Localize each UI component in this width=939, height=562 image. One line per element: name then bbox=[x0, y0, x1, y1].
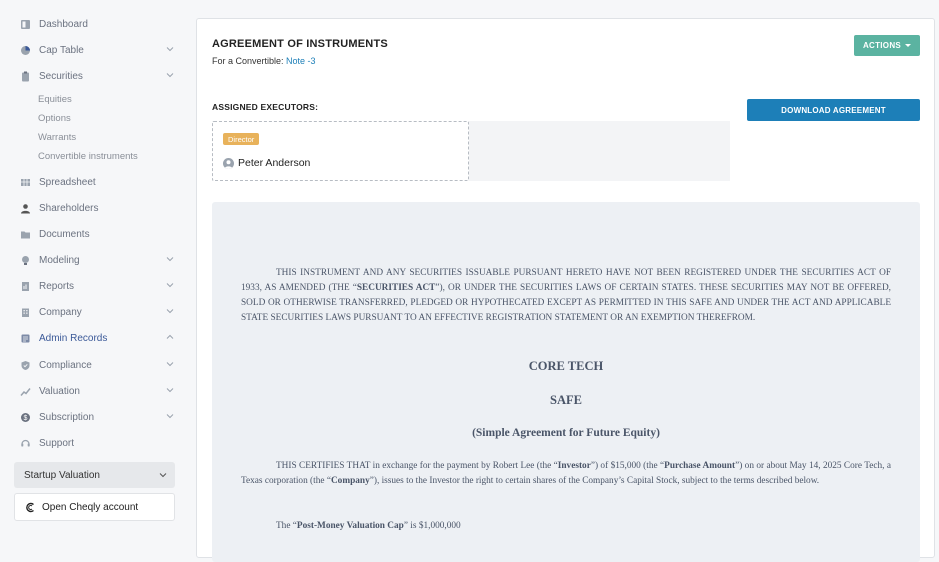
sidebar-item-valuation[interactable]: Valuation bbox=[20, 382, 180, 400]
lightbulb-icon bbox=[20, 255, 31, 266]
chevron-down-icon bbox=[166, 362, 174, 367]
sidebar-item-label: Modeling bbox=[39, 254, 80, 266]
sidebar-item-compliance[interactable]: Compliance bbox=[20, 356, 180, 374]
report-icon bbox=[20, 281, 31, 292]
download-agreement-button[interactable]: DOWNLOAD AGREEMENT bbox=[747, 99, 920, 121]
sidebar-item-label: Cap Table bbox=[39, 44, 84, 56]
sidebar-subitem-equities[interactable]: Equities bbox=[38, 94, 72, 105]
role-badge: Director bbox=[223, 133, 260, 145]
chevron-down-icon bbox=[166, 309, 174, 314]
sidebar-item-label: Spreadsheet bbox=[39, 176, 96, 188]
sidebar-item-cap-table[interactable]: Cap Table bbox=[20, 41, 180, 59]
convertible-note-link[interactable]: Note -3 bbox=[286, 56, 316, 66]
actions-button[interactable]: ACTIONS bbox=[854, 35, 920, 56]
chevron-down-icon bbox=[166, 257, 174, 262]
sidebar-item-modeling[interactable]: Modeling bbox=[20, 251, 180, 269]
building-icon bbox=[20, 307, 31, 318]
chevron-down-icon bbox=[166, 47, 174, 52]
sidebar-item-dashboard[interactable]: Dashboard bbox=[20, 15, 180, 33]
chevron-down-icon bbox=[159, 473, 167, 478]
sidebar-subitem-options[interactable]: Options bbox=[38, 113, 71, 124]
document-company-heading: CORE TECH bbox=[528, 359, 604, 373]
sidebar-item-company[interactable]: Company bbox=[20, 303, 180, 321]
executor-name-row: Peter Anderson bbox=[223, 157, 310, 169]
dollar-icon: $ bbox=[20, 412, 31, 423]
sidebar-item-shareholders[interactable]: Shareholders bbox=[20, 199, 180, 217]
assigned-executors-label: ASSIGNED EXECUTORS: bbox=[212, 102, 319, 112]
sidebar-item-admin-records[interactable]: Admin Records bbox=[20, 329, 180, 347]
sidebar-item-label: Shareholders bbox=[39, 202, 99, 214]
sidebar-item-label: Valuation bbox=[39, 385, 80, 397]
sidebar-item-documents[interactable]: Documents bbox=[20, 225, 180, 243]
sidebar-item-label: Documents bbox=[39, 228, 90, 240]
caret-down-icon bbox=[905, 44, 912, 47]
certification-paragraph: THIS CERTIFIES THAT in exchange for the … bbox=[241, 461, 891, 486]
sidebar-item-label: Subscription bbox=[39, 411, 95, 423]
chevron-down-icon bbox=[166, 388, 174, 393]
chevron-down-icon bbox=[166, 73, 174, 78]
page-title: AGREEMENT OF INSTRUMENTS bbox=[212, 38, 388, 50]
support-icon bbox=[20, 438, 31, 449]
pie-chart-icon bbox=[20, 45, 31, 56]
avatar-icon bbox=[223, 157, 234, 169]
actions-label: ACTIONS bbox=[862, 41, 902, 50]
chevron-down-icon bbox=[166, 414, 174, 419]
sidebar-item-reports[interactable]: Reports bbox=[20, 277, 180, 295]
spreadsheet-icon bbox=[20, 177, 31, 188]
executor-card[interactable]: Director Peter Anderson bbox=[212, 121, 469, 181]
sidebar-item-label: Company bbox=[39, 306, 82, 318]
subtitle-prefix: For a Convertible: bbox=[212, 56, 287, 66]
svg-text:$: $ bbox=[24, 415, 28, 422]
securities-legend: THIS INSTRUMENT AND ANY SECURITIES ISSUA… bbox=[241, 268, 891, 323]
user-icon bbox=[20, 203, 31, 214]
chevron-up-icon bbox=[166, 334, 174, 339]
document-subtitle: (Simple Agreement for Future Equity) bbox=[472, 427, 660, 439]
sidebar-item-label: Compliance bbox=[39, 359, 92, 371]
sidebar-item-securities[interactable]: Securities bbox=[20, 67, 180, 85]
sidebar-item-label: Reports bbox=[39, 280, 75, 292]
sidebar-item-label: Support bbox=[39, 437, 75, 449]
sidebar-item-subscription[interactable]: $ Subscription bbox=[20, 408, 180, 426]
valuation-cap-paragraph: The “Post-Money Valuation Cap” is $1,000… bbox=[276, 521, 461, 531]
dashboard-icon bbox=[20, 19, 31, 30]
chevron-down-icon bbox=[166, 283, 174, 288]
sidebar-subitem-warrants[interactable]: Warrants bbox=[38, 132, 76, 143]
cheqly-logo-icon bbox=[26, 502, 34, 512]
sidebar-item-label: Securities bbox=[39, 70, 83, 82]
sidebar-item-spreadsheet[interactable]: Spreadsheet bbox=[20, 173, 180, 191]
executor-name: Peter Anderson bbox=[238, 157, 311, 169]
valuation-icon bbox=[20, 386, 31, 397]
folder-icon bbox=[20, 229, 31, 240]
open-account-label: Open Cheqly account bbox=[42, 501, 139, 513]
sidebar-subitem-convertible-instruments[interactable]: Convertible instruments bbox=[38, 151, 138, 162]
clipboard-icon bbox=[20, 71, 31, 82]
shield-check-icon bbox=[20, 360, 31, 371]
page-subtitle: For a Convertible: Note -3 bbox=[212, 56, 316, 66]
sidebar-item-support[interactable]: Support bbox=[20, 434, 180, 452]
agreement-document: THIS INSTRUMENT AND ANY SECURITIES ISSUA… bbox=[212, 202, 920, 562]
document-type-heading: SAFE bbox=[550, 393, 582, 407]
sidebar: Dashboard Cap Table Securities Equities … bbox=[0, 0, 190, 546]
sidebar-item-label: Admin Records bbox=[39, 332, 108, 344]
admin-records-icon bbox=[20, 333, 31, 344]
startup-valuation-label: Startup Valuation bbox=[24, 469, 100, 481]
sidebar-item-label: Dashboard bbox=[39, 18, 88, 30]
open-cheqly-account-button[interactable]: Open Cheqly account bbox=[14, 493, 175, 521]
startup-valuation-dropdown[interactable]: Startup Valuation bbox=[14, 462, 175, 488]
agreement-panel: AGREEMENT OF INSTRUMENTS For a Convertib… bbox=[196, 18, 935, 562]
